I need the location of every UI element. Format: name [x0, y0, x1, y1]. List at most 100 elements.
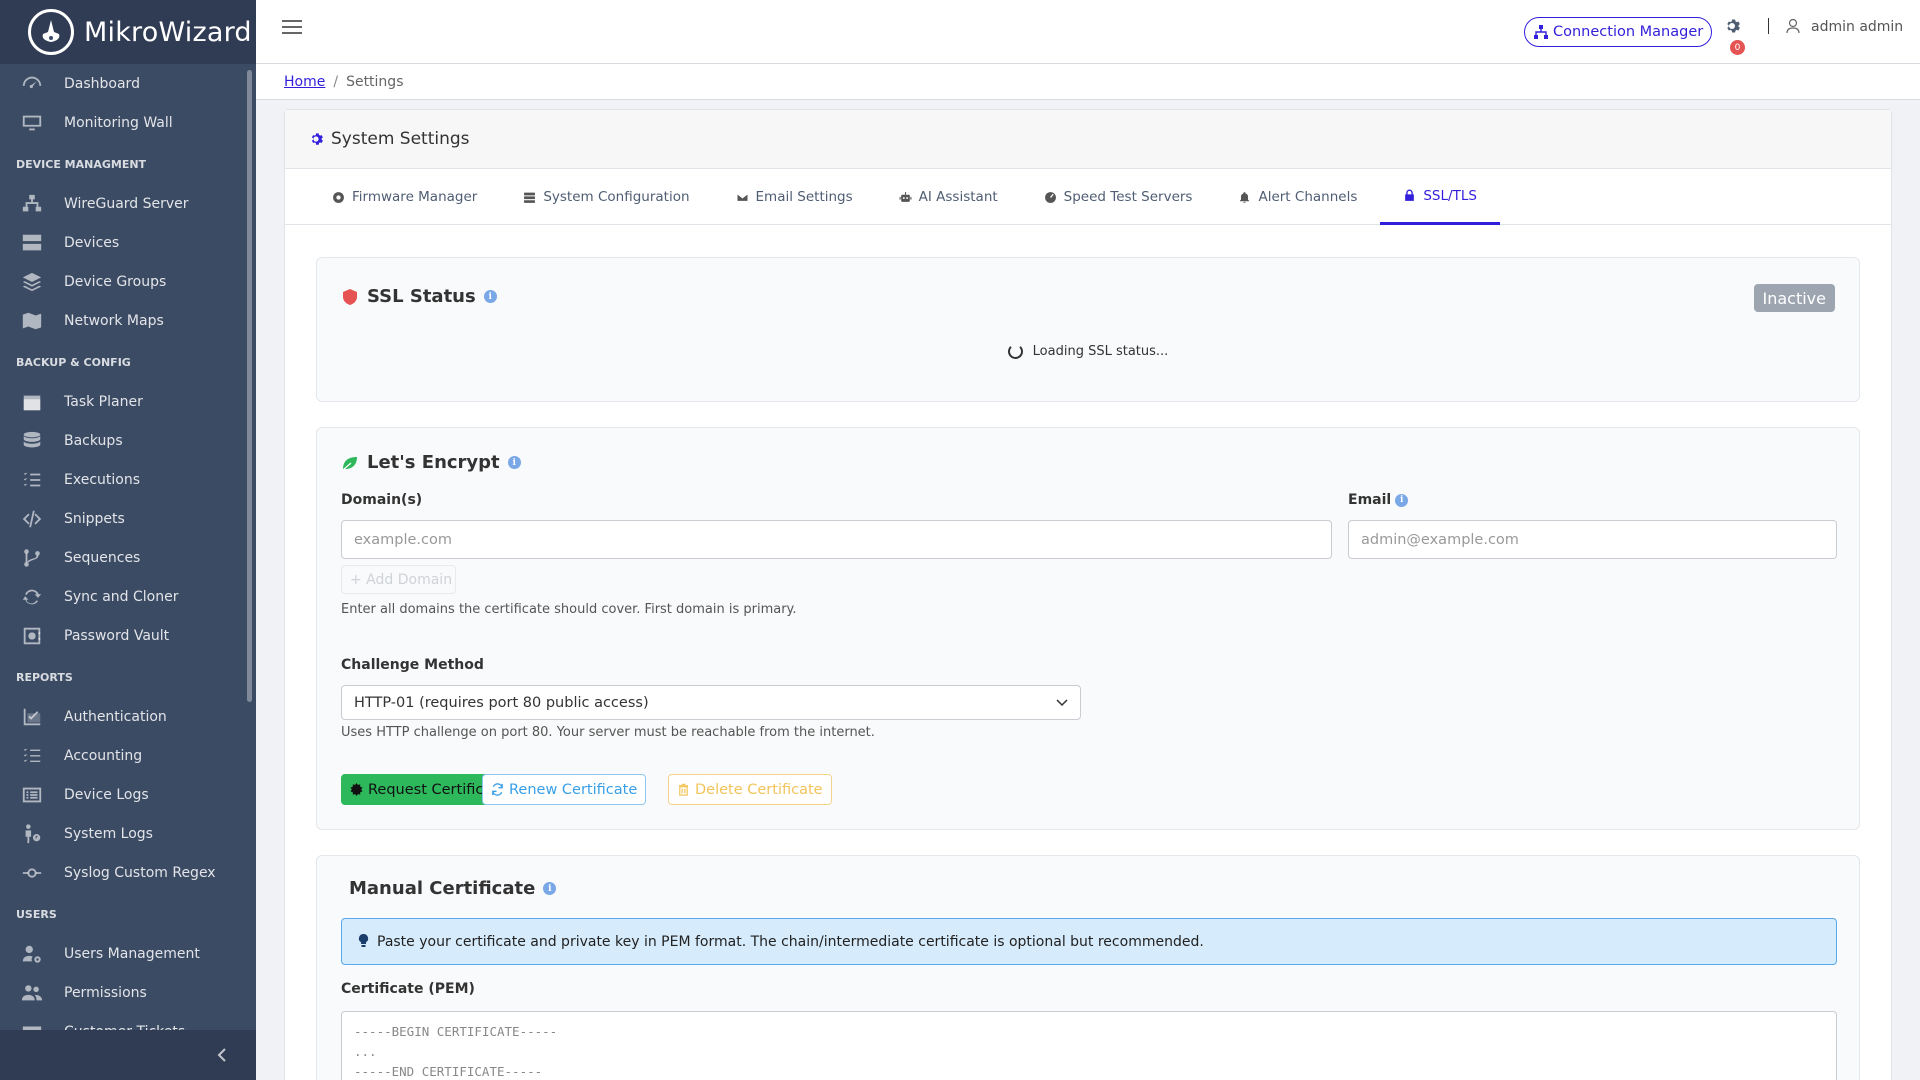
notification-badge[interactable]: 0 [1730, 40, 1745, 55]
sidebar-item-backups[interactable]: Backups [0, 421, 248, 460]
email-input[interactable]: admin@example.com [1348, 520, 1837, 559]
sidebar-item-label: Monitoring Wall [64, 114, 173, 131]
tab-email-settings[interactable]: Email Settings [713, 169, 876, 225]
user-name[interactable]: admin admin [1811, 19, 1903, 35]
tab-label: Alert Channels [1258, 189, 1358, 205]
sidebar-item-label: Dashboard [64, 75, 140, 92]
info-icon[interactable]: i [1395, 493, 1409, 507]
connection-manager-button[interactable]: Connection Manager [1524, 17, 1713, 47]
ssl-status-section: SSL Status i Inactive Loading SSL status… [316, 257, 1860, 402]
shield-icon [343, 288, 357, 305]
sync-icon [20, 585, 44, 609]
user-gear-icon [20, 942, 44, 966]
sidebar-item-label: System Logs [64, 825, 153, 842]
challenge-method-label: Challenge Method [341, 657, 484, 673]
sidebar-item-sync-and-cloner[interactable]: Sync and Cloner [0, 577, 248, 616]
add-domain-button[interactable]: + Add Domain [341, 565, 456, 594]
spinner-icon [1007, 344, 1023, 359]
sidebar-item-wireguard-server[interactable]: WireGuard Server [0, 184, 248, 223]
list-rich-icon [20, 783, 44, 807]
sidebar-item-permissions[interactable]: Permissions [0, 973, 248, 1012]
certificate-pem-textarea[interactable]: -----BEGIN CERTIFICATE----- ... -----END… [341, 1011, 1837, 1080]
sidebar-item-label: Password Vault [64, 627, 170, 644]
ssl-status-heading: SSL Status [367, 286, 476, 307]
tab-speed-test-servers[interactable]: Speed Test Servers [1021, 169, 1216, 225]
sidebar-item-monitoring-wall[interactable]: Monitoring Wall [0, 103, 248, 142]
tab-label: AI Assistant [918, 189, 998, 205]
chart-check-icon [20, 705, 44, 729]
user-icon[interactable] [1786, 18, 1800, 34]
commit-icon [20, 861, 44, 885]
sidebar-item-system-logs[interactable]: System Logs [0, 814, 248, 853]
tab-ssl-tls[interactable]: SSL/TLS [1380, 169, 1500, 225]
sidebar-item-snippets[interactable]: Snippets [0, 499, 248, 538]
sitemap-icon [1534, 25, 1548, 39]
challenge-help-text: Uses HTTP challenge on port 80. Your ser… [341, 725, 875, 740]
domain-input[interactable]: example.com [341, 520, 1332, 559]
sidebar-item-label: Authentication [64, 708, 167, 725]
certificate-pem-label: Certificate (PEM) [341, 981, 475, 997]
card-title: System Settings [331, 129, 470, 149]
tab-alert-channels[interactable]: Alert Channels [1215, 169, 1380, 225]
info-icon[interactable]: i [507, 456, 521, 469]
tab-label: SSL/TLS [1423, 187, 1477, 204]
sidebar-item-dashboard[interactable]: Dashboard [0, 64, 248, 103]
sidebar-section-title: DEVICE MANAGMENT [16, 158, 147, 171]
sidebar-item-device-groups[interactable]: Device Groups [0, 262, 248, 301]
tab-label: Firmware Manager [352, 189, 478, 205]
tab-label: System Configuration [543, 189, 690, 205]
delete-certificate-label: Delete Certificate [695, 781, 823, 798]
sidebar-item-label: Users Management [64, 945, 200, 962]
sidebar-collapse-button[interactable] [0, 1030, 256, 1080]
sidebar-item-customer-tickets[interactable]: Customer Tickets [0, 1012, 248, 1030]
renew-certificate-button[interactable]: Renew Certificate [482, 774, 647, 805]
header: Connection Manager 0 admin admin [256, 0, 1920, 64]
sidebar-item-label: Task Planer [64, 393, 143, 410]
menu-toggle-button[interactable] [282, 20, 302, 40]
challenge-method-select[interactable]: HTTP-01 (requires port 80 public access) [341, 685, 1081, 720]
settings-gear-icon[interactable] [1724, 18, 1740, 34]
email-label: Email i [1348, 492, 1409, 508]
tab-firmware-manager[interactable]: Firmware Manager [309, 169, 500, 225]
tab-system-configuration[interactable]: System Configuration [500, 169, 712, 225]
ssl-loading: Loading SSL status... [317, 344, 1859, 359]
tab-ai-assistant[interactable]: AI Assistant [876, 169, 1021, 225]
domains-help-text: Enter all domains the certificate should… [341, 602, 797, 617]
card-header: System Settings [285, 110, 1891, 169]
sidebar-item-password-vault[interactable]: Password Vault [0, 616, 248, 655]
sidebar-brand[interactable]: MikroWizard [0, 0, 256, 64]
sidebar-item-label: Sequences [64, 549, 141, 566]
sidebar-item-syslog-custom-regex[interactable]: Syslog Custom Regex [0, 853, 248, 892]
info-icon[interactable]: i [483, 290, 497, 303]
breadcrumb-current: Settings [346, 73, 404, 90]
sidebar-item-devices[interactable]: Devices [0, 223, 248, 262]
lightbulb-icon [358, 934, 369, 947]
delete-certificate-button[interactable]: Delete Certificate [668, 774, 832, 805]
sidebar-item-label: Permissions [64, 984, 147, 1001]
sidebar-item-executions[interactable]: Executions [0, 460, 248, 499]
challenge-method-value: HTTP-01 (requires port 80 public access) [354, 694, 649, 711]
tab-label: Email Settings [755, 189, 853, 205]
sidebar-item-sequences[interactable]: Sequences [0, 538, 248, 577]
refresh-icon [492, 783, 503, 796]
info-icon[interactable]: i [543, 882, 557, 895]
sidebar-item-task-planer[interactable]: Task Planer [0, 382, 248, 421]
branch-icon [20, 546, 44, 570]
renew-certificate-label: Renew Certificate [509, 781, 638, 798]
lock-icon [1405, 189, 1415, 201]
sidebar-item-device-logs[interactable]: Device Logs [0, 775, 248, 814]
sidebar-item-accounting[interactable]: Accounting [0, 736, 248, 775]
sidebar-scrollbar[interactable] [247, 70, 252, 702]
pem-info-alert: Paste your certificate and private key i… [341, 918, 1837, 965]
monitor-icon [20, 111, 44, 135]
network-icon [20, 192, 44, 216]
settings-tabs: Firmware Manager System Configuration Emai… [285, 169, 1891, 225]
server-icon [20, 231, 44, 255]
lets-encrypt-heading: Let's Encrypt [367, 452, 500, 473]
sidebar-item-users-management[interactable]: Users Management [0, 934, 248, 973]
sidebar-item-authentication[interactable]: Authentication [0, 697, 248, 736]
sidebar-item-network-maps[interactable]: Network Maps [0, 301, 248, 340]
leaf-icon [342, 456, 357, 470]
vault-icon [20, 624, 44, 648]
breadcrumb-home-link[interactable]: Home [284, 74, 325, 90]
